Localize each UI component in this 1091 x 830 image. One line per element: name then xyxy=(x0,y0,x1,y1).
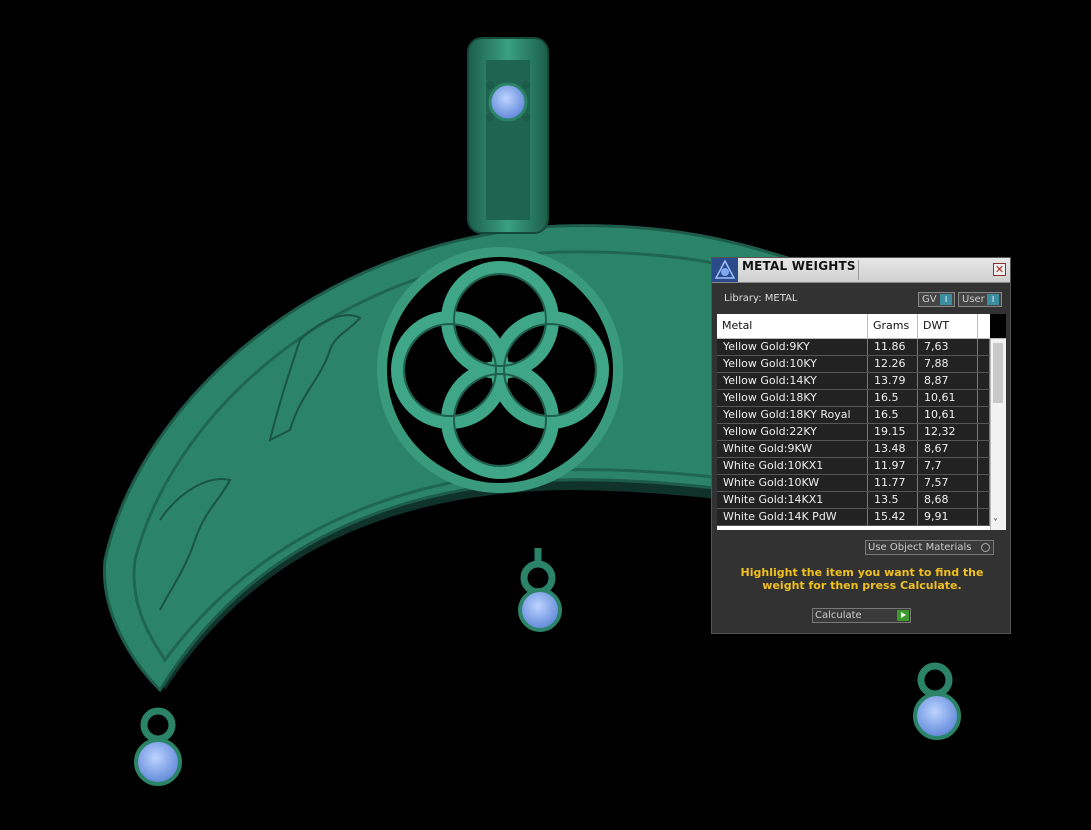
cell-metal: White Gold:14K PdW xyxy=(717,509,868,525)
cell-dwt: 7,57 xyxy=(918,475,978,491)
radio-icon[interactable] xyxy=(981,543,990,552)
cell-grams: 13.48 xyxy=(868,441,918,457)
cell-spacer xyxy=(978,339,990,355)
scrollbar-thumb[interactable] xyxy=(993,343,1003,403)
cell-grams: 15.42 xyxy=(868,509,918,525)
cell-dwt: 8,67 xyxy=(918,441,978,457)
toggle-knob-icon: I xyxy=(987,294,999,305)
titlebar-divider xyxy=(858,260,859,280)
cell-dwt: 8,87 xyxy=(918,373,978,389)
use-object-materials-label: Use Object Materials xyxy=(868,542,972,553)
table-row[interactable]: Yellow Gold:18KY Royal 16.5 10,61 xyxy=(717,407,990,424)
cell-grams: 13.5 xyxy=(868,492,918,508)
cell-spacer xyxy=(978,390,990,406)
drop-charm-left xyxy=(134,707,182,786)
table-row[interactable]: Yellow Gold:18KY 16.5 10,61 xyxy=(717,390,990,407)
cell-dwt: 8,68 xyxy=(918,492,978,508)
cell-grams: 19.15 xyxy=(868,424,918,440)
cell-spacer xyxy=(978,475,990,491)
hint-text: Highlight the item you want to find the … xyxy=(740,566,984,592)
use-object-materials-option[interactable]: Use Object Materials xyxy=(865,540,994,555)
gv-toggle[interactable]: GV I xyxy=(918,292,955,307)
panel-titlebar[interactable]: METAL WEIGHTS ✕ xyxy=(712,258,1010,283)
table-row[interactable]: White Gold:14KX1 13.5 8,68 xyxy=(717,492,990,509)
user-toggle-label: User xyxy=(962,294,985,305)
cell-metal: Yellow Gold:18KY xyxy=(717,390,868,406)
cell-spacer xyxy=(978,373,990,389)
gv-toggle-label: GV xyxy=(922,294,937,305)
cell-metal: Yellow Gold:14KY xyxy=(717,373,868,389)
cell-grams: 16.5 xyxy=(868,390,918,406)
cell-spacer xyxy=(978,441,990,457)
cell-dwt: 9,91 xyxy=(918,509,978,525)
cell-spacer xyxy=(978,492,990,508)
panel-title: METAL WEIGHTS xyxy=(742,259,856,273)
cell-dwt: 7,7 xyxy=(918,458,978,474)
drop-charm-center xyxy=(518,548,562,632)
cell-grams: 16.5 xyxy=(868,407,918,423)
table-header: Metal Grams DWT xyxy=(717,314,1006,339)
table-row[interactable]: White Gold:9KW 13.48 8,67 xyxy=(717,441,990,458)
calculate-label: Calculate xyxy=(815,610,862,621)
cell-spacer xyxy=(978,458,990,474)
play-icon xyxy=(897,610,909,621)
column-header-metal[interactable]: Metal xyxy=(717,314,868,338)
table-row[interactable]: Yellow Gold:10KY 12.26 7,88 xyxy=(717,356,990,373)
metal-weights-panel: METAL WEIGHTS ✕ Library: METAL GV I User… xyxy=(711,257,1011,634)
cell-metal: Yellow Gold:10KY xyxy=(717,356,868,372)
cell-grams: 11.86 xyxy=(868,339,918,355)
cell-grams: 11.77 xyxy=(868,475,918,491)
user-toggle[interactable]: User I xyxy=(958,292,1002,307)
cell-dwt: 10,61 xyxy=(918,390,978,406)
gem-left xyxy=(134,738,182,786)
metal-table: Metal Grams DWT Yellow Gold:9KY 11.86 7,63… xyxy=(717,314,1006,530)
table-row[interactable]: Yellow Gold:14KY 13.79 8,87 xyxy=(717,373,990,390)
cell-dwt: 10,61 xyxy=(918,407,978,423)
table-row[interactable]: White Gold:10KW 11.77 7,57 xyxy=(717,475,990,492)
cell-spacer xyxy=(978,509,990,525)
column-header-dwt[interactable]: DWT xyxy=(918,314,978,338)
cell-metal: White Gold:9KW xyxy=(717,441,868,457)
cell-spacer xyxy=(978,424,990,440)
cell-dwt: 7,88 xyxy=(918,356,978,372)
cell-metal: White Gold:14KX1 xyxy=(717,492,868,508)
close-icon[interactable]: ✕ xyxy=(993,263,1006,276)
cell-metal: Yellow Gold:18KY Royal xyxy=(717,407,868,423)
toggle-knob-icon: I xyxy=(940,294,952,305)
gem-center xyxy=(518,588,562,632)
gem-right xyxy=(913,692,961,740)
drop-charm-right xyxy=(913,662,961,740)
table-row[interactable]: White Gold:10KX1 11.97 7,7 xyxy=(717,458,990,475)
cell-metal: Yellow Gold:9KY xyxy=(717,339,868,355)
cell-metal: Yellow Gold:22KY xyxy=(717,424,868,440)
cell-metal: White Gold:10KW xyxy=(717,475,868,491)
app-logo-icon xyxy=(712,258,738,282)
column-header-grams[interactable]: Grams xyxy=(868,314,918,338)
cell-dwt: 7,63 xyxy=(918,339,978,355)
table-row[interactable]: White Gold:14K PdW 15.42 9,91 xyxy=(717,509,990,526)
cell-spacer xyxy=(978,356,990,372)
table-row[interactable]: Yellow Gold:9KY 11.86 7,63 xyxy=(717,339,990,356)
scroll-down-icon[interactable]: ˅ xyxy=(993,518,998,529)
cell-grams: 12.26 xyxy=(868,356,918,372)
cell-metal: White Gold:10KX1 xyxy=(717,458,868,474)
cell-dwt: 12,32 xyxy=(918,424,978,440)
cell-grams: 13.79 xyxy=(868,373,918,389)
header-filler xyxy=(990,314,1006,338)
gem-bail xyxy=(488,82,528,122)
table-scrollbar[interactable]: ˅ xyxy=(990,339,1006,530)
calculate-button[interactable]: Calculate xyxy=(812,608,911,623)
library-label: Library: METAL xyxy=(724,293,798,304)
cell-grams: 11.97 xyxy=(868,458,918,474)
table-body: Yellow Gold:9KY 11.86 7,63 Yellow Gold:10KY… xyxy=(717,339,990,526)
cell-spacer xyxy=(978,407,990,423)
table-row[interactable]: Yellow Gold:22KY 19.15 12,32 xyxy=(717,424,990,441)
